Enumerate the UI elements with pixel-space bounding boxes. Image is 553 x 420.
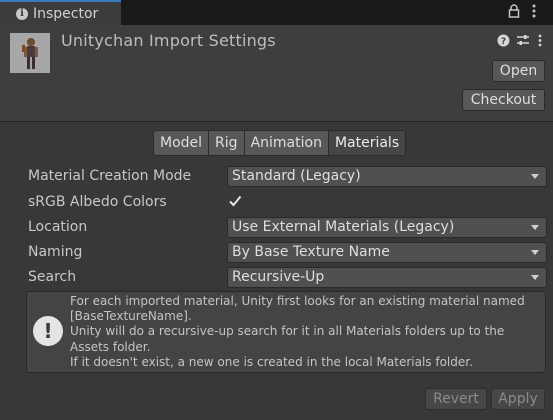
help-line: Unity will do a recursive-up search for … — [70, 324, 505, 339]
svg-text:?: ? — [501, 37, 506, 47]
page-title: Unitychan Import Settings — [61, 31, 276, 50]
chevron-down-icon — [531, 174, 539, 179]
help-line: If it doesn't exist, a new one is create… — [70, 354, 473, 369]
tab-rig[interactable]: Rig — [208, 130, 245, 156]
material-creation-mode-dropdown[interactable]: Standard (Legacy) — [227, 166, 547, 187]
checkout-button[interactable]: Checkout — [462, 89, 545, 111]
chevron-down-icon — [531, 225, 539, 230]
tab-model[interactable]: Model — [153, 130, 210, 156]
checkmark-icon — [229, 195, 242, 207]
location-value: Use External Materials (Legacy) — [232, 219, 455, 235]
material-creation-mode-value: Standard (Legacy) — [232, 168, 361, 184]
chevron-down-icon — [531, 250, 539, 255]
search-label: Search — [28, 269, 77, 285]
help-line: [BaseTextureName]. — [70, 309, 192, 324]
revert-button[interactable]: Revert — [425, 388, 487, 410]
search-dropdown[interactable]: Recursive-Up — [227, 267, 547, 288]
preset-icon[interactable] — [516, 34, 530, 51]
apply-button[interactable]: Apply — [491, 388, 545, 410]
info-exclamation-icon: ! — [33, 316, 63, 346]
help-line: For each imported material, Unity first … — [70, 294, 525, 308]
model-thumbnail — [10, 33, 50, 73]
import-tabs: Model Rig Animation Materials — [153, 130, 407, 156]
naming-dropdown[interactable]: By Base Texture Name — [227, 242, 547, 263]
info-icon: i — [16, 7, 28, 20]
srgb-albedo-checkbox[interactable] — [228, 194, 242, 212]
naming-label: Naming — [28, 244, 83, 260]
naming-value: By Base Texture Name — [232, 244, 390, 260]
open-button[interactable]: Open — [492, 60, 545, 82]
lock-icon[interactable] — [508, 4, 520, 22]
search-value: Recursive-Up — [232, 269, 325, 285]
chevron-down-icon — [531, 275, 539, 280]
location-label: Location — [28, 219, 88, 235]
location-dropdown[interactable]: Use External Materials (Legacy) — [227, 217, 547, 238]
inspector-tab[interactable]: i Inspector — [0, 0, 121, 25]
help-text: For each imported material, Unity first … — [70, 294, 542, 370]
help-icon[interactable]: ? — [497, 34, 510, 51]
settings-menu-icon[interactable] — [538, 34, 542, 51]
tab-materials[interactable]: Materials — [327, 130, 407, 156]
kebab-menu-icon[interactable] — [532, 4, 536, 22]
tab-animation[interactable]: Animation — [243, 130, 329, 156]
help-line: Assets folder. — [70, 339, 151, 354]
srgb-albedo-label: sRGB Albedo Colors — [28, 194, 167, 210]
inspector-tab-label: Inspector — [33, 5, 99, 22]
material-creation-mode-label: Material Creation Mode — [28, 168, 192, 184]
